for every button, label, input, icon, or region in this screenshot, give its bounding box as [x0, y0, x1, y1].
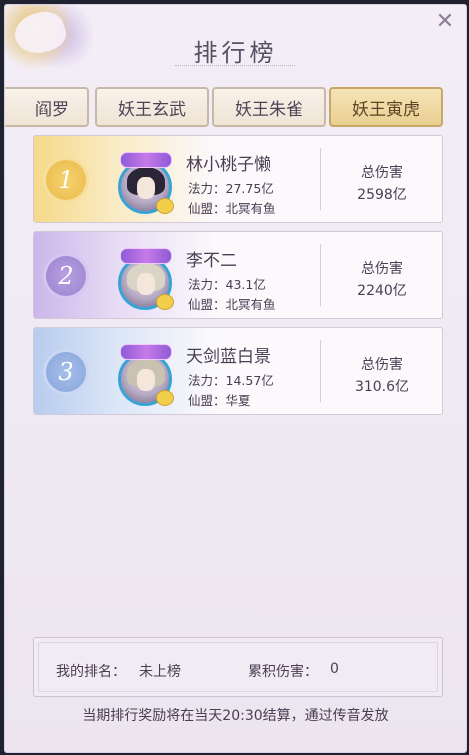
- power-label: 法力：: [188, 373, 226, 388]
- pet-icon: [156, 294, 174, 310]
- page-title: 排行榜: [193, 39, 278, 67]
- vip-badge: [120, 248, 172, 264]
- tab-xuanwu[interactable]: 妖王玄武: [95, 87, 209, 127]
- title-divider: [175, 65, 295, 70]
- player-name: 天剑蓝白景: [186, 347, 271, 367]
- guild-label: 仙盟：: [188, 201, 226, 216]
- guild-value: 北冥有鱼: [225, 297, 276, 312]
- player-guild: 仙盟：北冥有鱼: [188, 198, 276, 217]
- player-name: 李不二: [186, 251, 237, 271]
- vip-badge: [120, 344, 172, 360]
- player-power: 法力：43.1亿: [188, 274, 266, 293]
- pet-icon: [156, 390, 174, 406]
- vip-badge: [120, 152, 172, 168]
- my-damage-value: 0: [330, 661, 339, 677]
- tab-label: 妖王玄武: [118, 99, 186, 120]
- power-label: 法力：: [188, 277, 226, 292]
- player-power: 法力：14.57亿: [188, 370, 274, 389]
- pet-icon: [156, 198, 174, 214]
- rank-row-2[interactable]: 2 李不二 法力：43.1亿 仙盟：北冥有鱼 总伤害 2240亿: [33, 231, 443, 319]
- my-rank-label: 我的排名：: [56, 664, 126, 680]
- avatar-face: [137, 177, 155, 199]
- row-divider: [320, 148, 321, 210]
- damage-value: 2598亿: [357, 187, 407, 203]
- rank-row-3[interactable]: 3 天剑蓝白景 法力：14.57亿 仙盟：华夏 总伤害 310.6亿: [33, 327, 443, 415]
- rank-medal: 2: [46, 256, 86, 296]
- guild-label: 仙盟：: [188, 297, 226, 312]
- tab-yinhu[interactable]: 妖王寅虎: [329, 87, 443, 127]
- reward-note: 当期排行奖励将在当天20:30结算，通过传音发放: [82, 708, 389, 724]
- damage-value: 2240亿: [357, 283, 407, 299]
- my-rank-value: 未上榜: [139, 664, 181, 680]
- player-name: 林小桃子懒: [186, 155, 271, 175]
- row-divider: [320, 244, 321, 306]
- rank-medal: 3: [46, 352, 86, 392]
- guild-value: 华夏: [225, 393, 251, 408]
- rank-medal: 1: [46, 160, 86, 200]
- guild-value: 北冥有鱼: [225, 201, 276, 216]
- avatar-face: [137, 273, 155, 295]
- tab-label: 阎罗: [35, 99, 69, 120]
- tab-yanluo[interactable]: 阎罗: [5, 87, 89, 127]
- player-guild: 仙盟：北冥有鱼: [188, 294, 276, 313]
- power-value: 27.75亿: [225, 181, 274, 196]
- player-power: 法力：27.75亿: [188, 178, 274, 197]
- leaderboard-panel: ✕ 排行榜 阎罗 妖王玄武 妖王朱雀 妖王寅虎 1 林小桃子懒 法力：27.75…: [4, 4, 467, 753]
- avatar-face: [137, 369, 155, 391]
- close-icon[interactable]: ✕: [432, 9, 458, 35]
- tab-label: 妖王朱雀: [235, 99, 303, 120]
- rank-row-1[interactable]: 1 林小桃子懒 法力：27.75亿 仙盟：北冥有鱼 总伤害 2598亿: [33, 135, 443, 223]
- tab-label: 妖王寅虎: [352, 99, 420, 120]
- player-guild: 仙盟：华夏: [188, 390, 251, 409]
- my-rank-box: 我的排名： 未上榜 累积伤害： 0: [33, 637, 443, 697]
- power-label: 法力：: [188, 181, 226, 196]
- damage-label: 总伤害: [361, 261, 403, 277]
- tab-zhuque[interactable]: 妖王朱雀: [212, 87, 326, 127]
- player-avatar[interactable]: [116, 344, 176, 408]
- player-avatar[interactable]: [116, 248, 176, 312]
- damage-value: 310.6亿: [354, 379, 410, 395]
- my-damage-label: 累积伤害：: [248, 664, 318, 680]
- damage-label: 总伤害: [361, 357, 403, 373]
- power-value: 43.1亿: [225, 277, 266, 292]
- guild-label: 仙盟：: [188, 393, 226, 408]
- tab-bar: 阎罗 妖王玄武 妖王朱雀 妖王寅虎: [5, 87, 466, 131]
- damage-label: 总伤害: [361, 165, 403, 181]
- row-divider: [320, 340, 321, 402]
- player-avatar[interactable]: [116, 152, 176, 216]
- power-value: 14.57亿: [225, 373, 274, 388]
